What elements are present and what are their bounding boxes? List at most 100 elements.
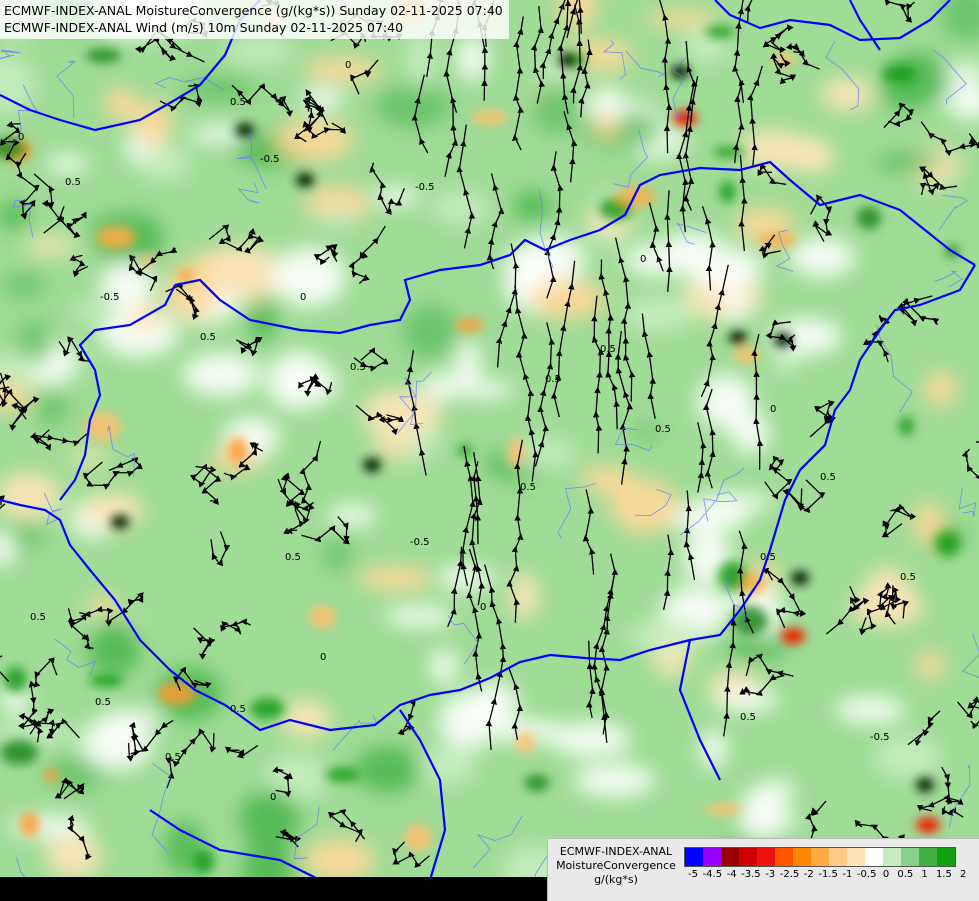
field-patch xyxy=(303,838,376,882)
field-patch xyxy=(593,112,620,139)
field-patch xyxy=(430,190,491,225)
title-wind: ECMWF-INDEX-ANAL Wind (m/s) 10m Sunday 0… xyxy=(4,20,404,35)
weather-map: 0.5 0 -0.5 0.5 0 -0.5 0.5 0 0.5 -0.5 0.5 0 0.5 0.5 0 0.… xyxy=(0,0,979,900)
legend-swatch xyxy=(937,848,955,866)
legend-unit: g/(kg*s) xyxy=(594,873,638,886)
legend-swatch xyxy=(721,848,739,866)
convergence-core xyxy=(363,458,381,472)
field-patch xyxy=(738,787,787,840)
convergence-core xyxy=(236,123,254,137)
field-patch xyxy=(274,118,354,162)
field-patch xyxy=(323,537,353,573)
contour-label: 0.5 xyxy=(230,97,246,108)
field-core xyxy=(192,849,215,874)
legend-title: ECMWF-INDEX-ANAL MoistureConvergence g/(… xyxy=(552,845,680,887)
contour-label: 0.5 xyxy=(30,612,46,623)
legend-swatch xyxy=(919,848,937,866)
field-patch xyxy=(34,388,69,426)
convergence-core xyxy=(111,515,129,529)
field-patch xyxy=(45,833,103,879)
legend-tick-label: 1 xyxy=(921,869,928,880)
contour-label: 0.5 xyxy=(200,332,216,343)
field-patch xyxy=(695,493,775,511)
field-patch xyxy=(24,236,78,256)
legend-color-bar xyxy=(684,847,956,867)
field-patch xyxy=(415,750,466,771)
field-patch xyxy=(458,381,515,399)
field-patch xyxy=(402,304,459,360)
legend-tick-label: -1.5 xyxy=(818,869,838,880)
field-core xyxy=(899,416,915,436)
legend-swatch xyxy=(703,848,721,866)
contour-label: 0.5 xyxy=(350,362,366,373)
legend-swatch xyxy=(757,848,775,866)
divergence-core xyxy=(916,817,940,833)
contour-label: 0.5 xyxy=(230,704,246,715)
legend-tick-label: -4 xyxy=(726,869,737,880)
field-patch xyxy=(280,699,332,739)
contour-label: -0.5 xyxy=(410,537,430,548)
field-patch xyxy=(835,696,906,724)
field-patch xyxy=(103,86,139,121)
field-patch xyxy=(131,101,174,146)
legend-tick-label: -2 xyxy=(803,869,814,880)
legend-swatch xyxy=(883,848,901,866)
field-core xyxy=(455,318,484,332)
field-patch xyxy=(384,606,455,627)
field-patch xyxy=(302,56,383,84)
field-patch xyxy=(266,351,331,410)
contour-label: -0.5 xyxy=(415,182,435,193)
field-patch xyxy=(915,650,946,681)
field-core xyxy=(404,824,433,852)
map-title-box: ECMWF-INDEX-ANAL MoistureConvergence (g/… xyxy=(0,0,509,39)
contour-label: 0.5 xyxy=(600,344,616,355)
contour-label: 0 xyxy=(640,254,646,265)
contour-label: -0.5 xyxy=(870,732,890,743)
field-patch xyxy=(45,155,88,173)
moisture-convergence-map: 0.5 0 -0.5 0.5 0 -0.5 0.5 0 0.5 -0.5 0.5 0 0.5 0.5 0 0.… xyxy=(0,0,979,900)
field-patch xyxy=(136,146,192,181)
field-patch xyxy=(875,154,945,171)
contour-label: 0.5 xyxy=(520,482,536,493)
field-core xyxy=(733,346,761,364)
field-patch xyxy=(738,129,811,171)
field-patch xyxy=(11,522,44,550)
legend-parameter-name: MoistureConvergence xyxy=(556,859,676,872)
field-patch xyxy=(643,9,721,28)
contour-label: 0.5 xyxy=(740,712,756,723)
contour-label: 0.5 xyxy=(545,374,561,385)
field-core xyxy=(719,181,736,203)
field-core xyxy=(96,225,136,249)
field-core xyxy=(89,674,124,687)
field-patch xyxy=(354,745,423,793)
legend-tick-label: -5 xyxy=(688,869,698,880)
field-core xyxy=(856,206,882,230)
divergence-core xyxy=(673,110,697,126)
field-core xyxy=(507,438,526,467)
field-patch xyxy=(429,649,458,683)
legend-tick-label: -0.5 xyxy=(856,869,877,880)
field-patch xyxy=(574,764,656,797)
field-core xyxy=(0,739,38,765)
field-patch xyxy=(327,505,378,526)
field-patch xyxy=(820,77,875,112)
legend-swatch xyxy=(829,848,847,866)
field-patch xyxy=(98,710,163,727)
legend-model-name: ECMWF-INDEX-ANAL xyxy=(559,845,673,858)
color-legend: ECMWF-INDEX-ANAL MoistureConvergence g/(… xyxy=(547,838,979,901)
contour-label: 0 xyxy=(320,652,326,663)
contour-label: 0.5 xyxy=(655,424,671,435)
field-patch xyxy=(100,261,155,311)
convergence-core xyxy=(671,65,689,79)
field-patch xyxy=(73,299,102,322)
legend-swatch xyxy=(811,848,829,866)
contour-label: 0.5 xyxy=(165,752,181,763)
field-patch xyxy=(357,565,434,592)
contour-label: 0.5 xyxy=(95,697,111,708)
field-patch xyxy=(512,190,552,223)
field-patch xyxy=(272,247,347,307)
legend-swatch xyxy=(739,848,757,866)
legend-tick-label: -2.5 xyxy=(779,869,800,880)
field-core xyxy=(704,803,744,816)
divergence-core xyxy=(781,628,805,644)
